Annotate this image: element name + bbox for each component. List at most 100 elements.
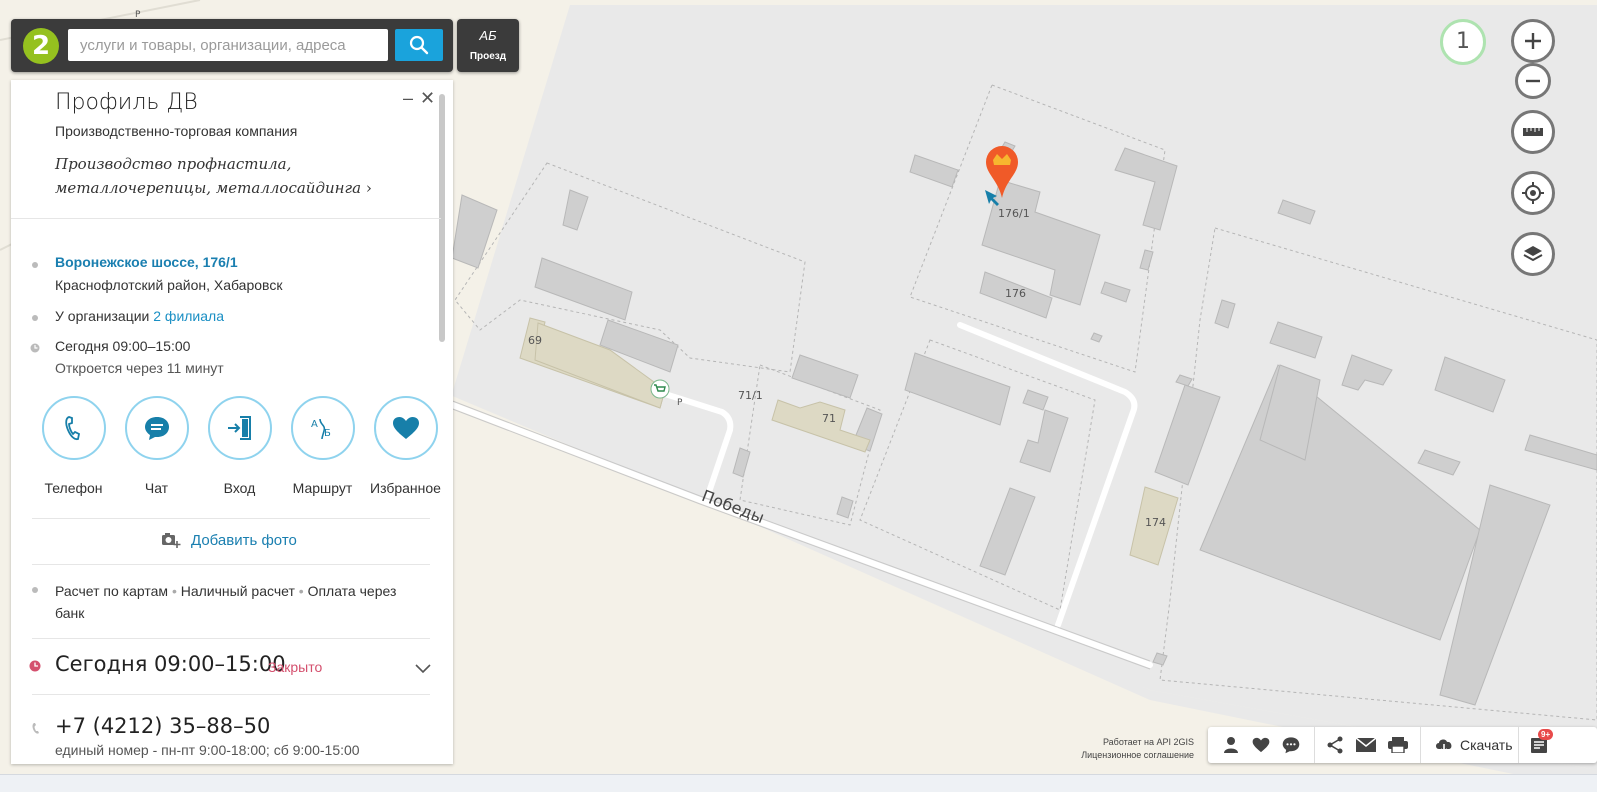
chat-icon [1282, 737, 1300, 754]
divider [32, 564, 430, 565]
layers-icon [1523, 246, 1543, 262]
zoom-level-indicator: 1 [1440, 19, 1486, 65]
payment-cash: Наличный расчет [180, 583, 295, 599]
action-label: Чат [144, 480, 169, 496]
close-icon[interactable]: ✕ [420, 88, 435, 109]
print-button[interactable] [1387, 735, 1409, 755]
zoom-in-button[interactable] [1511, 19, 1555, 63]
entrance-action-button[interactable]: Вход [198, 396, 281, 496]
route-action-button[interactable]: АБ Маршрут [281, 396, 364, 496]
search-input[interactable] [68, 29, 388, 61]
chevron-right-icon: › [365, 179, 372, 197]
divider [32, 518, 430, 519]
divider [11, 218, 441, 219]
plus-icon [1525, 33, 1541, 49]
printer-icon [1388, 737, 1408, 753]
payment-methods: Расчет по картам • Наличный расчет • Опл… [55, 583, 397, 621]
crosshair-icon [1522, 182, 1544, 204]
divider [1518, 727, 1519, 763]
search-icon [409, 35, 429, 55]
camera-add-icon [162, 533, 181, 548]
branches-prefix: У организации [55, 308, 150, 324]
action-label: Избранное [370, 480, 441, 496]
tagline-text: Производство профнастила, металлочерепиц… [55, 155, 362, 197]
add-photo-button[interactable]: Добавить фото [161, 531, 297, 549]
chat-icon [144, 417, 169, 440]
route-button[interactable]: АБ Проезд [457, 19, 519, 72]
clock-icon [30, 343, 40, 353]
user-icon [1224, 737, 1238, 753]
divider [1314, 727, 1315, 763]
divider [1420, 727, 1421, 763]
license-link[interactable]: Лицензионное соглашение [1081, 749, 1194, 762]
hours-today: Сегодня 09:00–15:00 [55, 338, 191, 354]
route-button-label: Проезд [469, 51, 507, 62]
ruler-icon [1523, 128, 1543, 136]
add-photo-label: Добавить фото [191, 531, 297, 549]
heart-icon [392, 417, 419, 439]
building-label: 69 [528, 334, 542, 347]
mail-icon [1356, 738, 1376, 752]
attribution: Работает на API 2GIS Лицензионное соглаш… [1081, 736, 1194, 762]
phone-number-link[interactable]: +7 (4212) 35–88–50 [55, 714, 270, 738]
bullet [32, 262, 38, 268]
browser-bottom-strip [0, 774, 1597, 792]
phone-icon [64, 416, 80, 441]
opens-in-text: Откроется через 11 минут [55, 360, 224, 376]
notification-badge: 9+ [1538, 729, 1554, 740]
minimize-icon[interactable]: – [403, 88, 413, 109]
email-button[interactable] [1355, 735, 1377, 755]
phone-action-button[interactable]: Телефон [32, 396, 115, 496]
building-label: 176/1 [998, 207, 1030, 220]
cloud-download-icon [1436, 739, 1452, 753]
clock-closed-icon [29, 660, 41, 672]
route-icon: АБ [479, 28, 497, 43]
status-badge: Закрыто [268, 659, 323, 675]
chevron-down-icon[interactable] [415, 664, 431, 674]
heart-icon [1252, 737, 1270, 753]
entrance-icon [227, 416, 251, 440]
svg-text:А: А [311, 419, 318, 430]
minus-icon [1526, 79, 1540, 83]
account-button[interactable] [1220, 735, 1242, 755]
bullet [32, 315, 38, 321]
download-button[interactable]: Скачать [1434, 737, 1513, 753]
bullet [32, 587, 38, 593]
favorite-action-button[interactable]: Избранное [364, 396, 447, 496]
building-label: 71/1 [738, 389, 763, 402]
divider [32, 694, 430, 695]
logo[interactable]: 2 [23, 28, 59, 64]
action-label: Телефон [44, 480, 103, 496]
branches-text: У организации 2 филиала [55, 308, 224, 324]
share-icon [1327, 736, 1343, 754]
layers-button[interactable] [1511, 232, 1555, 276]
branches-link[interactable]: 2 филиала [153, 308, 224, 324]
chat-action-button[interactable]: Чат [115, 396, 198, 496]
search-button[interactable] [395, 29, 443, 61]
action-label: Маршрут [292, 480, 353, 496]
zoom-out-button[interactable] [1515, 63, 1551, 99]
share-button[interactable] [1324, 735, 1346, 755]
divider [32, 638, 430, 639]
building-label: 176 [1005, 287, 1026, 300]
api-note[interactable]: Работает на API 2GIS [1081, 736, 1194, 749]
phone-small-icon [32, 723, 39, 734]
route-icon: АБ [311, 418, 331, 440]
payment-card: Расчет по картам [55, 583, 169, 599]
schedule-toggle[interactable]: Сегодня 09:00–15:00 [55, 652, 286, 676]
district-text: Краснофлотский район, Хабаровск [55, 277, 283, 293]
favorites-button[interactable] [1250, 735, 1272, 755]
org-description-link[interactable]: Производство профнастила, металлочерепиц… [55, 152, 415, 200]
building-label: 71 [822, 412, 836, 425]
building-label: 174 [1145, 516, 1166, 529]
download-label: Скачать [1460, 737, 1513, 753]
page-title: Профиль ДВ [55, 90, 198, 115]
address-link[interactable]: Воронежское шоссе, 176/1 [55, 254, 238, 270]
messages-button[interactable] [1280, 735, 1302, 755]
my-location-button[interactable] [1511, 171, 1555, 215]
ruler-button[interactable] [1511, 110, 1555, 154]
org-category: Производственно-торговая компания [55, 123, 298, 139]
action-label: Вход [223, 480, 256, 496]
bottom-toolbar: Скачать 9+ [1208, 727, 1597, 763]
parking-label: Р [677, 398, 683, 408]
